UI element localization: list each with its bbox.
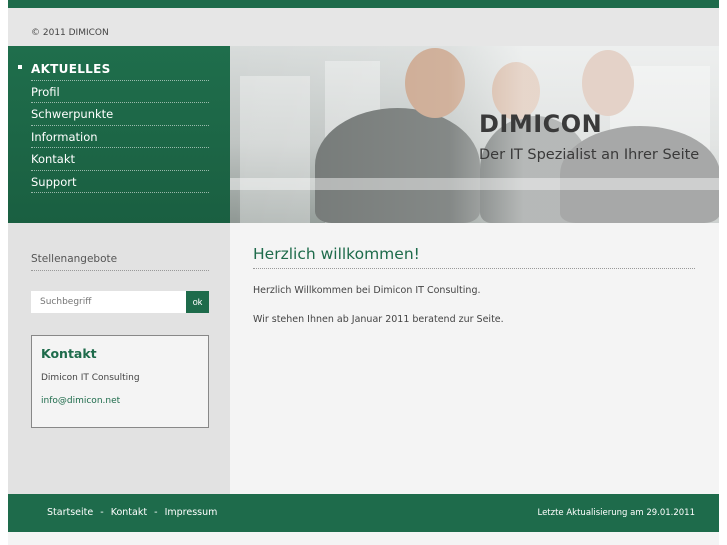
copyright-bar: © 2011 DIMICON [8, 8, 719, 46]
search-input[interactable] [31, 291, 186, 313]
info-paragraph: Wir stehen Ihnen ab Januar 2011 beratend… [253, 314, 504, 325]
nav-item-label[interactable]: Schwerpunkte [31, 107, 113, 121]
page-frame: © 2011 DIMICON AKTUELLES Profil Schwerpu… [8, 0, 719, 545]
square-bullet-icon [18, 65, 22, 69]
top-accent-bar [8, 0, 719, 8]
nav-item-schwerpunkte[interactable]: Schwerpunkte [31, 103, 209, 126]
nav-item-label[interactable]: AKTUELLES [31, 62, 111, 76]
contact-title: Kontakt [41, 346, 97, 361]
banner-overlay [230, 46, 719, 223]
nav-list: AKTUELLES Profil Schwerpunkte Informatio… [18, 58, 209, 193]
nav-item-information[interactable]: Information [31, 126, 209, 148]
search-ok-button[interactable]: ok [186, 291, 209, 313]
footer: Startseite - Kontakt - Impressum Letzte … [8, 494, 719, 532]
welcome-paragraph: Herzlich Willkommen bei Dimicon IT Consu… [253, 285, 481, 296]
job-offers-link[interactable]: Stellenangebote [31, 253, 209, 271]
last-updated-text: Letzte Aktualisierung am 29.01.2011 [537, 508, 695, 518]
nav-item-label[interactable]: Support [31, 175, 76, 189]
nav-item-label[interactable]: Kontakt [31, 152, 75, 166]
contact-company: Dimicon IT Consulting [41, 373, 140, 383]
page-title: Herzlich willkommen! [253, 245, 695, 269]
brand-name: DIMICON [479, 110, 603, 138]
nav-item-support[interactable]: Support [31, 171, 209, 193]
footer-link-startseite[interactable]: Startseite [47, 507, 93, 518]
nav-item-label[interactable]: Information [31, 130, 98, 144]
nav-item-profil[interactable]: Profil [31, 81, 209, 103]
contact-box: Kontakt Dimicon IT Consulting info@dimic… [31, 335, 209, 428]
nav-item-aktuelles[interactable]: AKTUELLES [18, 58, 209, 81]
nav-item-kontakt[interactable]: Kontakt [31, 148, 209, 171]
copyright-text: © 2011 DIMICON [31, 28, 109, 38]
sidebar: Stellenangebote ok Kontakt Dimicon IT Co… [8, 223, 230, 494]
nav-item-label[interactable]: Profil [31, 85, 60, 99]
footer-separator: - [154, 507, 158, 518]
footer-link-kontakt[interactable]: Kontakt [111, 507, 147, 518]
banner-band [230, 178, 719, 190]
main-navigation: AKTUELLES Profil Schwerpunkte Informatio… [8, 46, 230, 223]
footer-link-impressum[interactable]: Impressum [165, 507, 218, 518]
main-content: Herzlich willkommen! Herzlich Willkommen… [230, 223, 719, 494]
header-banner: DIMICON Der IT Spezialist an Ihrer Seite [230, 46, 719, 223]
contact-email-link[interactable]: info@dimicon.net [41, 396, 120, 406]
footer-separator: - [100, 507, 104, 518]
brand-tagline: Der IT Spezialist an Ihrer Seite [479, 147, 700, 163]
footer-links: Startseite - Kontakt - Impressum [47, 507, 217, 518]
